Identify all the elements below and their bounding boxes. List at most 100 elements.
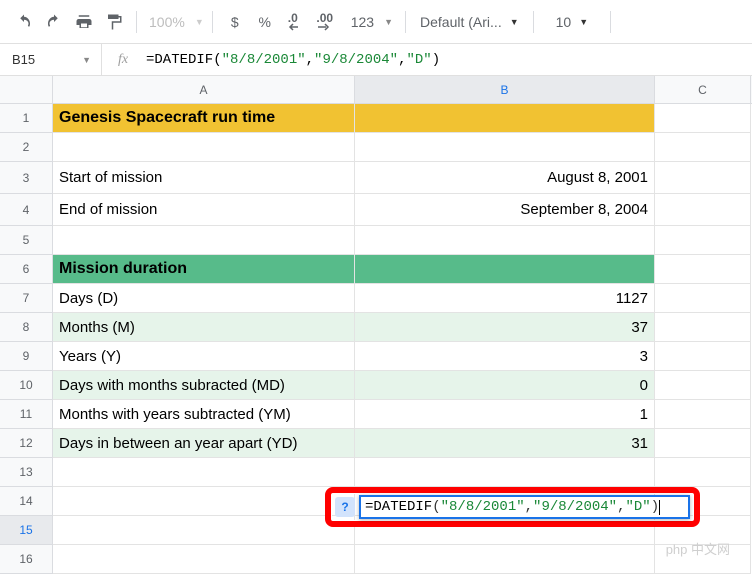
row-header[interactable]: 5 xyxy=(0,226,53,255)
row-6: 6 Mission duration xyxy=(0,255,752,284)
cell-C9[interactable] xyxy=(655,342,751,371)
row-5: 5 xyxy=(0,226,752,255)
number-format-dropdown[interactable]: 123 ▼ xyxy=(341,8,397,36)
row-header[interactable]: 9 xyxy=(0,342,53,371)
cell-A8[interactable]: Months (M) xyxy=(53,313,355,342)
row-8: 8 Months (M) 37 xyxy=(0,313,752,342)
cell-B9[interactable]: 3 xyxy=(355,342,655,371)
cell-A11[interactable]: Months with years subtracted (YM) xyxy=(53,400,355,429)
cell-C10[interactable] xyxy=(655,371,751,400)
cell-C1[interactable] xyxy=(655,104,751,133)
cell-B13[interactable] xyxy=(355,458,655,487)
cell-B3[interactable]: August 8, 2001 xyxy=(355,162,655,194)
select-all-corner[interactable] xyxy=(0,76,53,104)
row-13: 13 xyxy=(0,458,752,487)
row-2: 2 xyxy=(0,133,752,162)
print-button[interactable] xyxy=(70,8,98,36)
chevron-down-icon: ▼ xyxy=(579,17,588,27)
cell-C2[interactable] xyxy=(655,133,751,162)
name-box[interactable]: B15 ▼ xyxy=(0,44,102,75)
cell-editor-input[interactable]: =DATEDIF("8/8/2001","9/8/2004","D") xyxy=(359,495,690,519)
cell-A4[interactable]: End of mission xyxy=(53,194,355,226)
cell-B4[interactable]: September 8, 2004 xyxy=(355,194,655,226)
row-header[interactable]: 12 xyxy=(0,429,53,458)
cell-A13[interactable] xyxy=(53,458,355,487)
cell-B1[interactable] xyxy=(355,104,655,133)
cell-B7[interactable]: 1127 xyxy=(355,284,655,313)
font-family-value: Default (Ari... xyxy=(420,14,502,30)
toolbar: 100% ▼ $ % .0 .00 123 ▼ Default (Ari... … xyxy=(0,0,752,44)
row-header[interactable]: 3 xyxy=(0,162,53,194)
cell-B11[interactable]: 1 xyxy=(355,400,655,429)
cell-B10[interactable]: 0 xyxy=(355,371,655,400)
cell-A12[interactable]: Days in between an year apart (YD) xyxy=(53,429,355,458)
undo-button[interactable] xyxy=(10,8,38,36)
increase-decimal-button[interactable]: .00 xyxy=(311,8,339,36)
row-header[interactable]: 11 xyxy=(0,400,53,429)
cell-A5[interactable] xyxy=(53,226,355,255)
row-7: 7 Days (D) 1127 xyxy=(0,284,752,313)
row-1: 1 Genesis Spacecraft run time xyxy=(0,104,752,133)
row-header[interactable]: 6 xyxy=(0,255,53,284)
row-header[interactable]: 8 xyxy=(0,313,53,342)
cell-A9[interactable]: Years (Y) xyxy=(53,342,355,371)
cell-C13[interactable] xyxy=(655,458,751,487)
watermark: php 中文网 xyxy=(666,539,730,558)
separator xyxy=(136,11,137,33)
column-header-A[interactable]: A xyxy=(53,76,355,103)
cell-B8[interactable]: 37 xyxy=(355,313,655,342)
chevron-down-icon: ▼ xyxy=(510,17,519,27)
column-headers: A B C xyxy=(53,76,752,104)
cell-A2[interactable] xyxy=(53,133,355,162)
format-currency-button[interactable]: $ xyxy=(221,8,249,36)
cell-C6[interactable] xyxy=(655,255,751,284)
cell-A14[interactable] xyxy=(53,487,355,516)
decrease-decimal-button[interactable]: .0 xyxy=(281,8,309,36)
row-header[interactable]: 15 xyxy=(0,516,53,545)
zoom-dropdown[interactable]: 100% ▼ xyxy=(145,14,204,30)
formula-input[interactable]: =DATEDIF("8/8/2001","9/8/2004","D") xyxy=(144,52,752,68)
cell-C8[interactable] xyxy=(655,313,751,342)
row-10: 10 Days with months subracted (MD) 0 xyxy=(0,371,752,400)
paint-format-button[interactable] xyxy=(100,8,128,36)
column-header-B[interactable]: B xyxy=(355,76,655,103)
row-4: 4 End of mission September 8, 2004 xyxy=(0,194,752,226)
cell-A15[interactable] xyxy=(53,516,355,545)
row-header[interactable]: 10 xyxy=(0,371,53,400)
cell-B2[interactable] xyxy=(355,133,655,162)
cell-A3[interactable]: Start of mission xyxy=(53,162,355,194)
cell-C11[interactable] xyxy=(655,400,751,429)
row-header[interactable]: 7 xyxy=(0,284,53,313)
cell-B12[interactable]: 31 xyxy=(355,429,655,458)
font-size-dropdown[interactable]: 10 ▼ xyxy=(542,14,603,30)
name-box-value: B15 xyxy=(12,52,35,67)
cell-A7[interactable]: Days (D) xyxy=(53,284,355,313)
cell-A1[interactable]: Genesis Spacecraft run time xyxy=(53,104,355,133)
redo-button[interactable] xyxy=(40,8,68,36)
cell-A6[interactable]: Mission duration xyxy=(53,255,355,284)
column-header-C[interactable]: C xyxy=(655,76,751,103)
cell-B5[interactable] xyxy=(355,226,655,255)
row-12: 12 Days in between an year apart (YD) 31 xyxy=(0,429,752,458)
cell-C12[interactable] xyxy=(655,429,751,458)
font-family-dropdown[interactable]: Default (Ari... ▼ xyxy=(414,14,525,30)
cell-C4[interactable] xyxy=(655,194,751,226)
separator xyxy=(533,11,534,33)
row-3: 3 Start of mission August 8, 2001 xyxy=(0,162,752,194)
cell-C5[interactable] xyxy=(655,226,751,255)
row-header[interactable]: 1 xyxy=(0,104,53,133)
chevron-down-icon: ▼ xyxy=(82,55,91,65)
row-header[interactable]: 13 xyxy=(0,458,53,487)
cell-C7[interactable] xyxy=(655,284,751,313)
cell-A10[interactable]: Days with months subracted (MD) xyxy=(53,371,355,400)
row-header[interactable]: 2 xyxy=(0,133,53,162)
row-header[interactable]: 14 xyxy=(0,487,53,516)
cell-B6[interactable] xyxy=(355,255,655,284)
formula-help-button[interactable]: ? xyxy=(335,497,355,517)
row-11: 11 Months with years subtracted (YM) 1 xyxy=(0,400,752,429)
row-header[interactable]: 4 xyxy=(0,194,53,226)
separator xyxy=(610,11,611,33)
format-percent-button[interactable]: % xyxy=(251,8,279,36)
row-9: 9 Years (Y) 3 xyxy=(0,342,752,371)
cell-C3[interactable] xyxy=(655,162,751,194)
